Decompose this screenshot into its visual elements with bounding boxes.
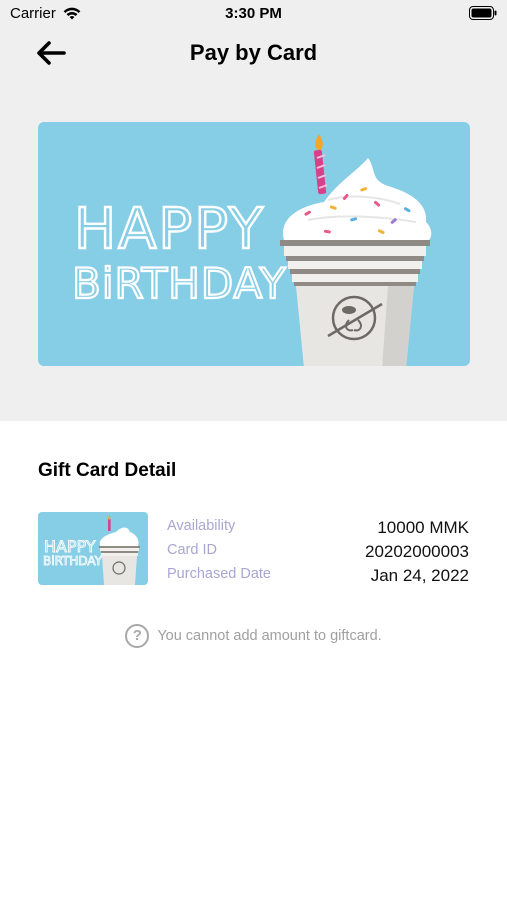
card-text-happy: HAPPY (74, 197, 265, 262)
whipped-cream-graphic (283, 158, 432, 242)
card-id-value: 20202000003 (364, 542, 469, 561)
candle-graphic (313, 134, 328, 195)
status-time: 3:30 PM (225, 5, 282, 22)
page-title: Pay by Card (189, 40, 318, 65)
card-text-birthday: BiRTHDAY (72, 259, 287, 308)
hint-text: You cannot add amount to giftcard. (157, 628, 382, 644)
giftcard-hint: ? You cannot add amount to giftcard. (0, 624, 507, 648)
availability-value: 10000 MMK (377, 518, 469, 537)
cup-lid-graphic (280, 240, 430, 286)
gift-card-thumbnail: HAPPY BiRTHDAY (38, 512, 148, 585)
navigation-bar: Pay by Card (0, 30, 507, 74)
svg-text:BiRTHDAY: BiRTHDAY (43, 554, 103, 568)
gift-card-image: HAPPY BiRTHDAY (38, 122, 470, 366)
gift-card-detail-title: Gift Card Detail (38, 460, 177, 481)
cup-body-graphic (296, 286, 414, 366)
availability-label: Availability (167, 518, 236, 534)
status-bar: Carrier 3:30 PM (0, 0, 507, 28)
question-circle-icon: ? (125, 624, 150, 648)
card-id-label: Card ID (167, 542, 217, 558)
purchased-date-label: Purchased Date (167, 566, 271, 582)
battery-icon (469, 6, 497, 25)
purchased-date-value: Jan 24, 2022 (370, 566, 469, 585)
